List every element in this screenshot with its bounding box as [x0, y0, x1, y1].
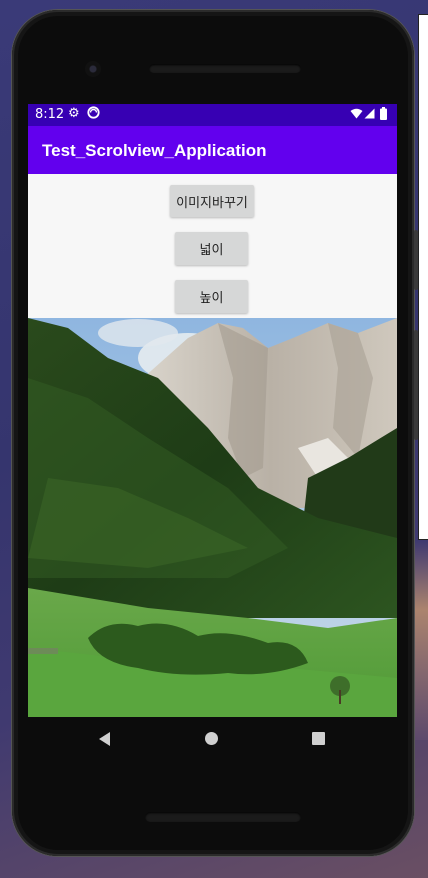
battery-icon [380, 107, 387, 124]
status-time: 8:12 [35, 107, 65, 122]
home-icon[interactable] [205, 732, 218, 745]
navigation-bar [28, 717, 397, 761]
bottom-speaker [145, 812, 301, 822]
volume-button[interactable] [414, 330, 418, 440]
gear-icon: ⚙ [68, 106, 80, 121]
landscape-image [28, 318, 397, 717]
app-toolbar: Test_Scrolview_Application [28, 126, 397, 174]
front-camera [85, 61, 101, 77]
power-button[interactable] [414, 230, 418, 290]
app-title: Test_Scrolview_Application [42, 141, 267, 160]
background-window [418, 14, 428, 540]
device-screen: 8:12 ⚙ Test_Scrolview_Application 이미지바꾸기… [28, 104, 397, 717]
earpiece-speaker [149, 64, 301, 73]
sync-icon [87, 106, 100, 123]
back-icon[interactable] [99, 732, 110, 746]
wifi-icon [350, 108, 363, 123]
height-button[interactable]: 높이 [175, 280, 248, 313]
signal-icon [364, 108, 375, 123]
width-button[interactable]: 넓이 [175, 232, 248, 265]
recents-icon[interactable] [312, 732, 325, 745]
status-bar: 8:12 ⚙ [28, 104, 397, 126]
change-image-button[interactable]: 이미지바꾸기 [170, 185, 254, 217]
